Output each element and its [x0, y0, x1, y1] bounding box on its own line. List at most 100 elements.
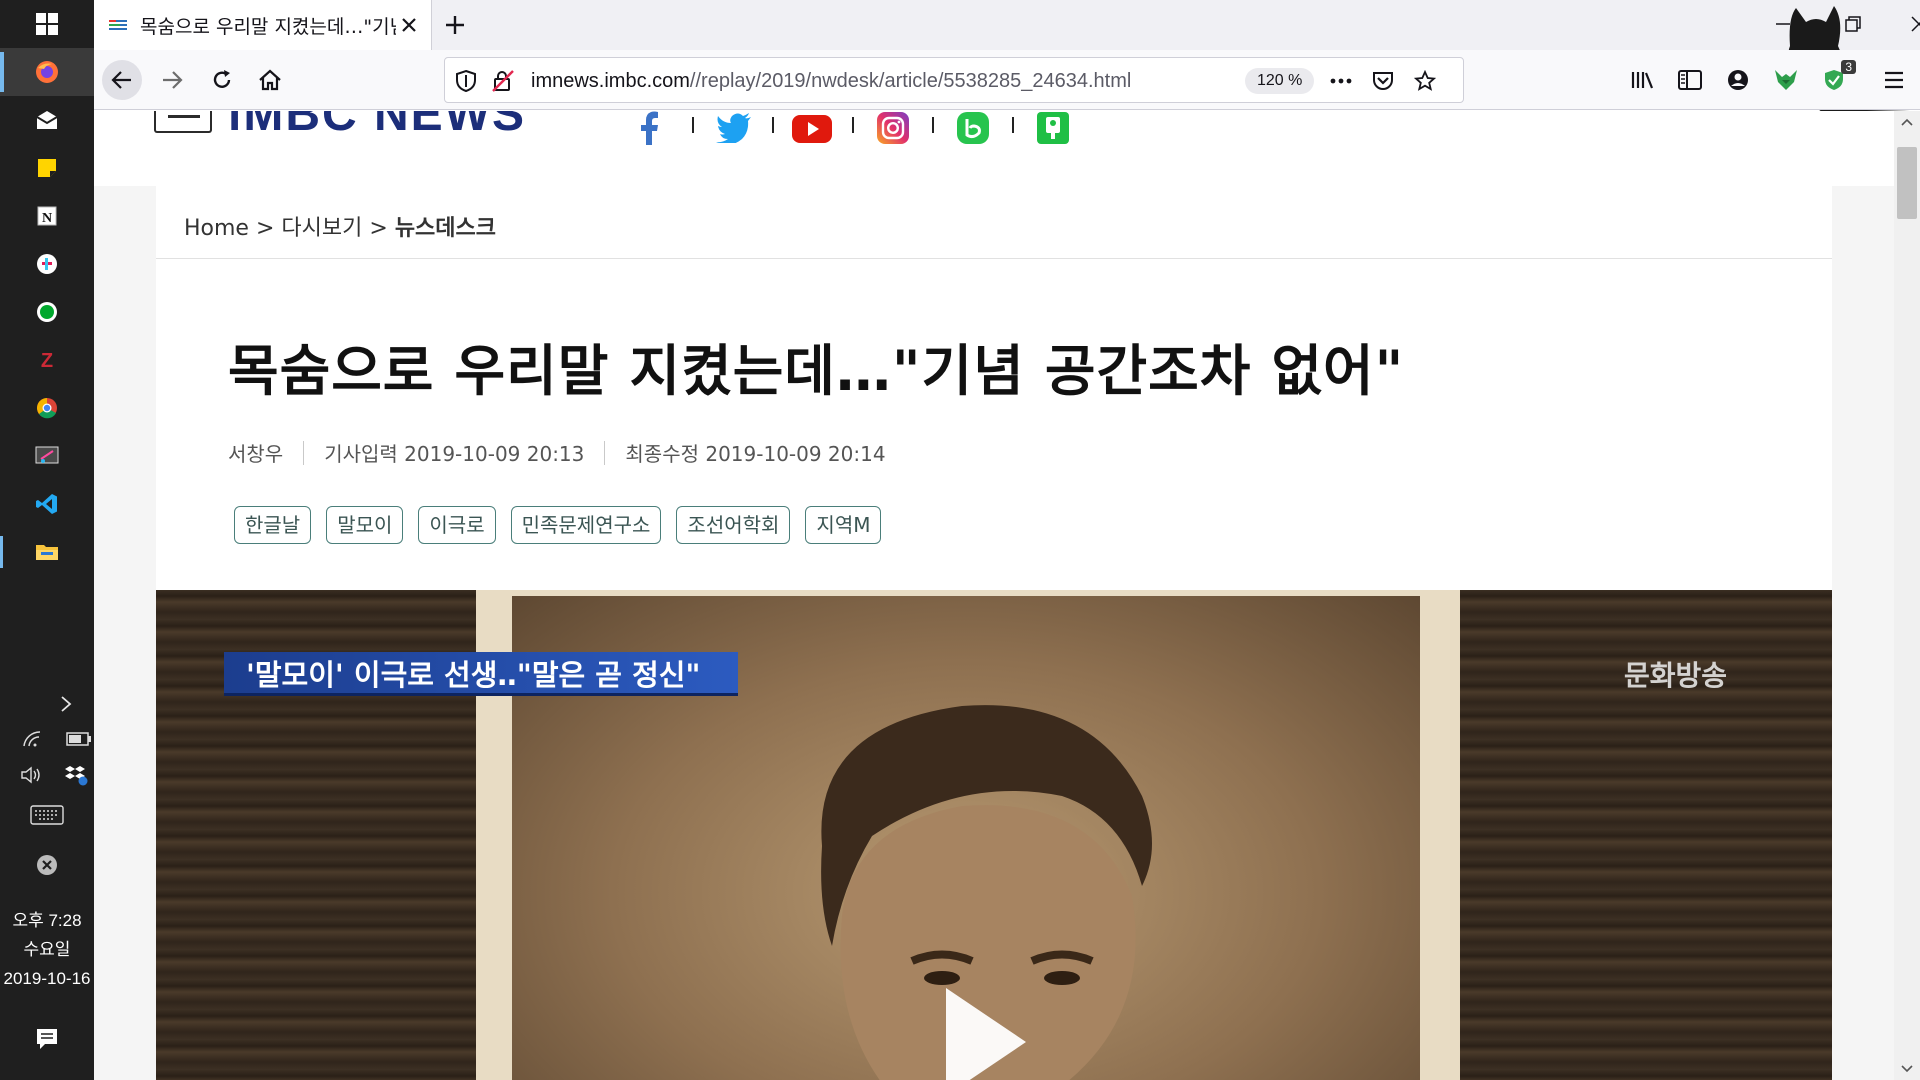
taskbar-sticky-notes[interactable]: [0, 144, 94, 192]
article-title: 목숨으로 우리말 지켰는데…"기념 공간조차 없어": [228, 339, 1405, 403]
breadcrumb: Home > 다시보기 > 뉴스데스크: [184, 210, 496, 242]
scroll-down-button[interactable]: [1894, 1058, 1920, 1080]
clock[interactable]: 오후 7:28 수요일 2019-10-16: [0, 906, 94, 993]
account-button[interactable]: [1720, 62, 1756, 98]
close-icon: [1911, 16, 1920, 32]
vscode-icon: [36, 494, 57, 514]
extension-shield-button[interactable]: 3: [1816, 60, 1856, 98]
scroll-thumb[interactable]: [1897, 147, 1917, 219]
volume-icon[interactable]: [20, 766, 44, 784]
folder-icon: [36, 545, 58, 560]
url-text[interactable]: imnews.imbc.com//replay/2019/nwdesk/arti…: [531, 70, 1131, 93]
battery-icon[interactable]: [66, 732, 92, 746]
site-menu-button[interactable]: [154, 111, 212, 133]
url-path: //replay/2019/nwdesk/article/5538285_246…: [689, 70, 1132, 92]
tray-close-button[interactable]: [0, 850, 94, 880]
youtube-link[interactable]: [792, 111, 832, 145]
article-modified: 최종수정 2019-10-09 20:14: [625, 442, 886, 466]
breadcrumb-newsdesk[interactable]: 뉴스데스크: [395, 216, 496, 241]
taskbar-firefox[interactable]: [0, 48, 94, 96]
youtube-icon: [792, 115, 832, 143]
hamburger-menu-icon: [1885, 71, 1903, 89]
taskbar-zotero[interactable]: Z: [0, 336, 94, 384]
new-tab-button[interactable]: [438, 8, 472, 42]
tab-close-button[interactable]: [395, 11, 423, 39]
chevron-up-icon: [1901, 118, 1913, 126]
tracking-protection-icon[interactable]: [455, 69, 477, 93]
close-window-button[interactable]: [1884, 0, 1920, 48]
svg-text:N: N: [42, 211, 52, 226]
menu-button[interactable]: [1876, 62, 1912, 98]
breadcrumb-replay[interactable]: 다시보기: [281, 216, 362, 241]
dropbox-icon[interactable]: [64, 764, 88, 786]
restore-button[interactable]: [1818, 0, 1888, 48]
tag-malmoi[interactable]: 말모이: [326, 506, 404, 544]
touch-keyboard-button[interactable]: [0, 800, 94, 830]
instagram-link[interactable]: [876, 111, 910, 145]
pocket-button[interactable]: [1369, 67, 1397, 95]
chevron-down-icon: [1901, 1065, 1913, 1073]
site-logo[interactable]: iMBC NEWS: [228, 111, 526, 142]
forward-button[interactable]: [152, 60, 192, 100]
article-author[interactable]: 서창우: [228, 438, 283, 467]
slack-icon: [37, 254, 57, 274]
tag-hangul-day[interactable]: 한글날: [234, 506, 312, 544]
plus-icon: [446, 16, 464, 34]
twitter-link[interactable]: [716, 111, 752, 145]
notion-icon: N: [37, 206, 57, 226]
taskbar-mail[interactable]: [0, 96, 94, 144]
taskbar-vscode[interactable]: [0, 480, 94, 528]
band-link[interactable]: [956, 111, 990, 145]
scroll-up-button[interactable]: [1894, 111, 1920, 133]
home-button[interactable]: [250, 60, 290, 100]
reload-button[interactable]: [202, 60, 242, 100]
page-actions-button[interactable]: [1327, 67, 1355, 95]
back-button[interactable]: [102, 60, 142, 100]
social-separator: [772, 117, 774, 133]
action-center-button[interactable]: [0, 1022, 94, 1056]
breadcrumb-home[interactable]: Home: [184, 216, 249, 241]
wifi-icon[interactable]: [22, 730, 44, 748]
social-separator: [932, 117, 934, 133]
kakaostory-icon: [1037, 112, 1069, 144]
tab-article[interactable]: 목숨으로 우리말 지켰는데…"기념 공간조차 없어": [94, 0, 432, 50]
taskbar-slack[interactable]: [0, 240, 94, 288]
taskbar-evernote[interactable]: [0, 288, 94, 336]
video-caption: '말모이' 이극로 선생‥"말은 곧 정신": [224, 652, 738, 696]
page-scrollbar[interactable]: [1894, 111, 1920, 1080]
imbc-favicon-icon: [109, 20, 127, 30]
taskbar-chrome[interactable]: [0, 384, 94, 432]
tag-institute[interactable]: 민족문제연구소: [510, 506, 662, 544]
chrome-icon: [37, 398, 57, 419]
show-hidden-icons[interactable]: [0, 688, 94, 720]
url-bar[interactable]: imnews.imbc.com//replay/2019/nwdesk/arti…: [444, 57, 1464, 103]
tag-regional-m[interactable]: 지역M: [805, 506, 882, 544]
extension-fox-button[interactable]: [1768, 62, 1804, 98]
minimize-button[interactable]: [1748, 0, 1818, 48]
minimize-icon: [1776, 23, 1790, 25]
tag-lee-geukro[interactable]: 이극로: [418, 506, 496, 544]
taskbar-snip-tool[interactable]: [0, 432, 94, 480]
social-separator: [852, 117, 854, 133]
pocket-icon: [1373, 72, 1393, 90]
library-button[interactable]: [1624, 62, 1660, 98]
bookmark-button[interactable]: [1411, 67, 1439, 95]
account-icon: [1728, 70, 1748, 90]
sidebar-button[interactable]: [1672, 62, 1708, 98]
site-header: iMBC NEWS: [94, 111, 1894, 186]
taskbar-file-explorer[interactable]: [0, 528, 94, 576]
video-player[interactable]: '말모이' 이극로 선생‥"말은 곧 정신" 문화방송: [156, 590, 1832, 1080]
start-button[interactable]: [0, 0, 94, 48]
windows-icon: [36, 13, 58, 35]
facebook-link[interactable]: [638, 111, 660, 145]
play-icon[interactable]: [946, 988, 1026, 1080]
taskbar-notion[interactable]: N: [0, 192, 94, 240]
insecure-lock-icon[interactable]: [491, 69, 515, 93]
tag-korean-language-society[interactable]: 조선어학회: [676, 506, 791, 544]
kakaostory-link[interactable]: [1036, 111, 1070, 145]
article-published: 기사입력 2019-10-09 20:13: [324, 442, 585, 466]
article-meta: 서창우 기사입력 2019-10-09 20:13 최종수정 2019-10-0…: [228, 438, 886, 467]
social-separator: [1012, 117, 1014, 133]
close-icon: [402, 18, 416, 32]
zoom-indicator[interactable]: 120 %: [1245, 68, 1315, 94]
